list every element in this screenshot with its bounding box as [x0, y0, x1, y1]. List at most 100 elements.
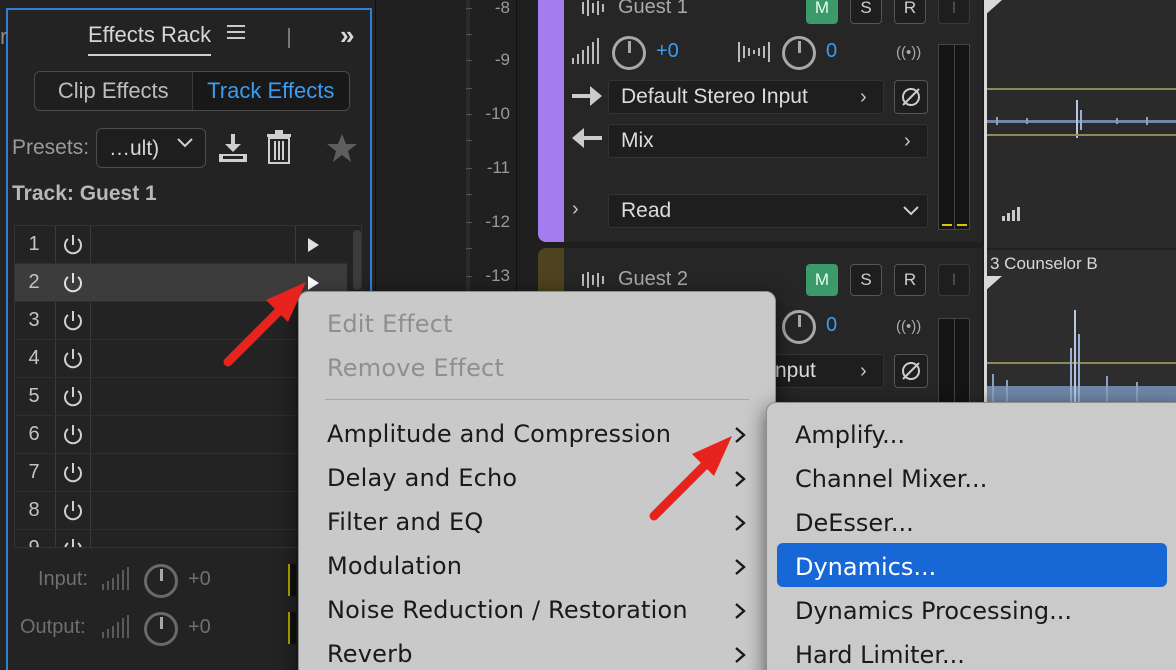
expand-chevron-icon[interactable]: › — [572, 198, 579, 221]
chevron-right-icon: › — [860, 86, 867, 108]
output-arrow-icon — [572, 128, 602, 148]
ruler-tick — [466, 34, 472, 35]
power-icon[interactable] — [55, 454, 91, 491]
menu-item-filter-eq[interactable]: Filter and EQ — [327, 508, 484, 536]
power-icon[interactable] — [55, 416, 91, 453]
favorite-star-icon[interactable] — [326, 132, 358, 164]
menu-item-modulation[interactable]: Modulation — [327, 552, 462, 580]
automation-mode-value: Read — [621, 199, 672, 222]
volume-value[interactable]: +0 — [656, 40, 679, 63]
menu-item-amplitude-compression[interactable]: Amplitude and Compression — [327, 420, 671, 448]
solo-button[interactable]: S — [850, 264, 882, 296]
pan-value[interactable]: 0 — [826, 40, 837, 63]
pan-knob[interactable] — [782, 36, 816, 70]
input-monitor-button[interactable]: I — [938, 0, 970, 24]
track-name[interactable]: Guest 1 — [618, 0, 688, 19]
slot-list-scrollbar[interactable] — [353, 230, 361, 290]
power-icon[interactable] — [55, 226, 91, 263]
pan-envelope-line[interactable] — [986, 134, 1176, 136]
phase-invert-button[interactable] — [894, 80, 928, 114]
meter-peak-right — [957, 224, 967, 226]
submenu-item-dynamics-processing[interactable]: Dynamics Processing... — [795, 597, 1072, 625]
chevron-right-icon — [735, 559, 746, 575]
phase-invert-button[interactable] — [894, 354, 928, 388]
ruler-tick — [466, 60, 472, 61]
level-bars-icon — [102, 567, 129, 590]
chevron-down-icon — [903, 206, 919, 216]
playhead-marker-icon[interactable] — [984, 0, 1002, 16]
submenu-item-amplify[interactable]: Amplify... — [795, 421, 905, 449]
track-output-select[interactable]: Mix — [608, 124, 928, 158]
ruler-tick — [466, 194, 472, 195]
record-arm-button[interactable]: R — [894, 0, 926, 24]
stereo-icon[interactable]: ((•)) — [896, 318, 921, 335]
meter-peak-left — [942, 224, 952, 226]
power-icon[interactable] — [55, 378, 91, 415]
track-input-select[interactable]: Default Stereo Input — [608, 80, 884, 114]
record-arm-button[interactable]: R — [894, 264, 926, 296]
slot-number: 6 — [28, 423, 40, 445]
menu-item-reverb[interactable]: Reverb — [327, 640, 413, 668]
input-gain-knob[interactable] — [144, 564, 178, 598]
slot-number: 1 — [28, 233, 40, 255]
ruler-label: -8 — [494, 0, 510, 17]
tab-effects-rack[interactable]: Effects Rack — [88, 22, 212, 56]
menu-item-delay-echo[interactable]: Delay and Echo — [327, 464, 517, 492]
meter-divider — [954, 44, 955, 230]
ruler-label: -10 — [485, 104, 510, 123]
volume-knob[interactable] — [612, 36, 646, 70]
ruler-label: -11 — [486, 158, 510, 177]
track-input-value: Default Stereo Input — [621, 85, 808, 108]
output-gain-value: +0 — [188, 616, 211, 638]
submenu-item-deesser[interactable]: DeEsser... — [795, 509, 914, 537]
track-name[interactable]: Guest 2 — [618, 268, 688, 291]
mute-button[interactable]: M — [806, 264, 838, 296]
output-level-label: Output: — [20, 616, 86, 638]
playhead-marker-icon[interactable] — [984, 276, 1002, 292]
annotation-arrow-icon — [649, 436, 732, 521]
power-icon[interactable] — [55, 264, 91, 301]
ruler-tick — [466, 140, 472, 141]
chevron-right-icon: › — [860, 360, 867, 382]
input-monitor-button[interactable]: I — [938, 264, 970, 296]
volume-envelope-line[interactable] — [986, 88, 1176, 90]
submenu-item-channel-mixer[interactable]: Channel Mixer... — [795, 465, 987, 493]
submenu-item-dynamics[interactable]: Dynamics... — [795, 553, 936, 581]
ruler-label: -12 — [485, 212, 510, 231]
slot-number: 9 — [28, 537, 40, 548]
pan-knob[interactable] — [782, 310, 816, 344]
automation-mode-select[interactable]: Read — [608, 194, 928, 228]
waveform-track-2 — [986, 310, 1176, 404]
mute-button[interactable]: M — [806, 0, 838, 24]
chevron-down-icon — [177, 138, 193, 148]
expand-tabs-icon[interactable]: » — [340, 20, 354, 51]
ruler-tick — [466, 114, 472, 115]
ruler-tick — [466, 222, 472, 223]
power-icon[interactable] — [55, 492, 91, 529]
submenu-item-hard-limiter[interactable]: Hard Limiter... — [795, 641, 965, 669]
trash-icon[interactable] — [266, 130, 292, 164]
ruler-tick — [466, 248, 472, 249]
power-icon[interactable] — [55, 340, 91, 377]
pan-value[interactable]: 0 — [826, 314, 837, 337]
tab-fragment[interactable]: r — [0, 24, 7, 50]
power-icon[interactable] — [55, 530, 91, 547]
stereo-icon[interactable]: ((•)) — [896, 44, 921, 61]
track-effects-tab[interactable]: Track Effects — [192, 72, 349, 110]
slot-number: 8 — [28, 499, 40, 521]
clip-effects-tab[interactable]: Clip Effects — [35, 72, 193, 110]
power-icon[interactable] — [55, 302, 91, 339]
volume-icon — [572, 38, 599, 64]
menu-item-noise-reduction[interactable]: Noise Reduction / Restoration — [327, 596, 688, 624]
input-arrow-icon — [572, 86, 602, 106]
waveform-icon — [582, 272, 604, 288]
slot-number: 5 — [28, 385, 40, 407]
solo-button[interactable]: S — [850, 0, 882, 24]
slot-menu-arrow-icon[interactable] — [295, 226, 329, 263]
pan-icon — [738, 42, 770, 62]
save-preset-icon[interactable] — [216, 132, 250, 164]
effect-slot[interactable]: 1 — [15, 226, 347, 264]
chevron-right-icon — [735, 603, 746, 619]
hamburger-menu-icon[interactable] — [226, 22, 246, 42]
output-gain-knob[interactable] — [144, 612, 178, 646]
